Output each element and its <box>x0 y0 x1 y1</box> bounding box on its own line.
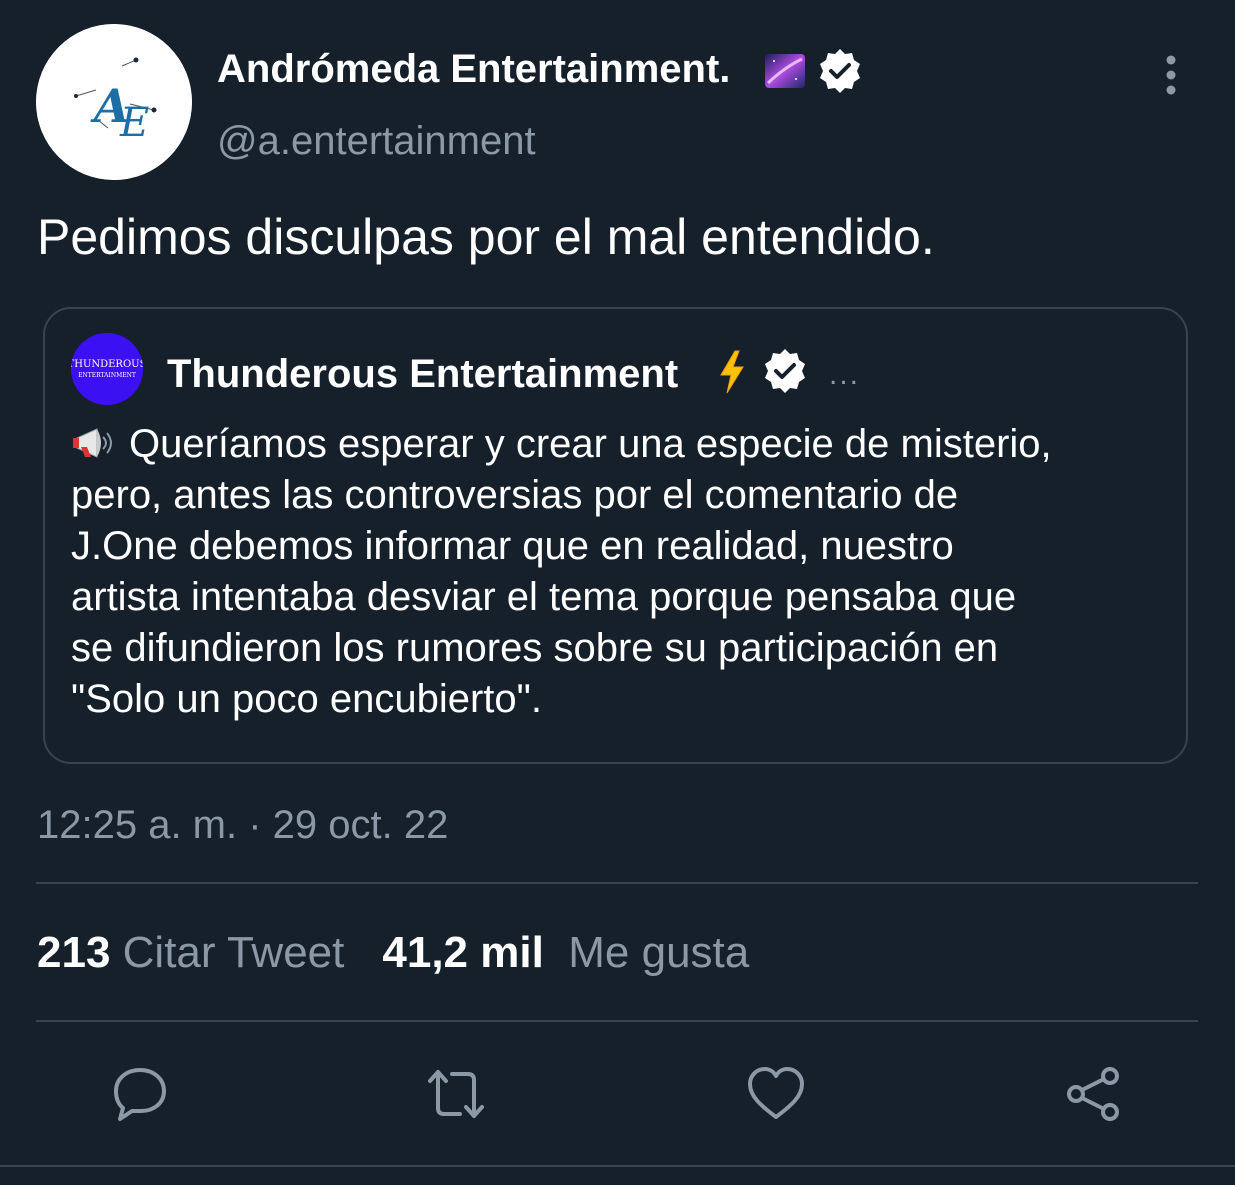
quoted-tweet-text: Queríamos esperar y crear una especie de… <box>71 422 1052 721</box>
quoted-author-avatar[interactable]: THUNDEROUS ENTERTAINMENT <box>71 333 143 405</box>
svg-text:E: E <box>119 100 149 146</box>
like-icon[interactable] <box>746 1064 806 1124</box>
quote-count: 213 <box>37 928 111 977</box>
author-display-name[interactable]: Andrómeda Entertainment. <box>217 44 730 94</box>
andromeda-logo-icon: A E <box>36 24 192 180</box>
divider <box>36 1020 1198 1022</box>
quoted-tweet-card[interactable]: THUNDEROUS ENTERTAINMENT Thunderous Ente… <box>43 307 1188 764</box>
lightning-icon <box>715 349 749 395</box>
quote-count-link[interactable]: 213 Citar Tweet <box>37 928 344 977</box>
divider <box>36 882 1198 884</box>
megaphone-icon <box>71 423 117 463</box>
quoted-verified-badge-icon[interactable] <box>761 347 809 395</box>
quoted-avatar-text-bottom: ENTERTAINMENT <box>78 372 136 379</box>
quoted-author-name[interactable]: Thunderous Entertainment <box>167 349 678 399</box>
tweet-stats: 213 Citar Tweet 41,2 mil Me gusta <box>37 926 749 980</box>
retweet-icon[interactable] <box>426 1064 486 1124</box>
share-icon[interactable] <box>1064 1064 1124 1124</box>
author-handle[interactable]: @a.entertainment <box>217 116 536 166</box>
tweet-text: Pedimos disculpas por el mal entendido. <box>37 209 935 265</box>
quoted-more-label[interactable]: ... <box>829 355 860 395</box>
quote-label: Citar Tweet <box>122 928 345 977</box>
like-count-link[interactable]: 41,2 mil Me gusta <box>382 928 749 977</box>
more-options-icon[interactable] <box>1150 54 1192 96</box>
verified-badge-icon[interactable] <box>816 47 864 95</box>
quoted-avatar-text-top: THUNDEROUS <box>71 359 143 370</box>
like-count: 41,2 mil <box>382 928 544 977</box>
reply-icon[interactable] <box>110 1064 170 1124</box>
author-avatar[interactable]: A E <box>36 24 192 180</box>
thunderous-logo-icon: THUNDEROUS ENTERTAINMENT <box>71 333 143 405</box>
divider <box>0 1165 1235 1167</box>
quoted-tweet-body: Queríamos esperar y crear una especie de… <box>71 419 1171 725</box>
milky-way-icon <box>764 53 806 89</box>
like-label: Me gusta <box>568 928 750 977</box>
tweet-timestamp[interactable]: 12:25 a. m. · 29 oct. 22 <box>37 800 448 850</box>
